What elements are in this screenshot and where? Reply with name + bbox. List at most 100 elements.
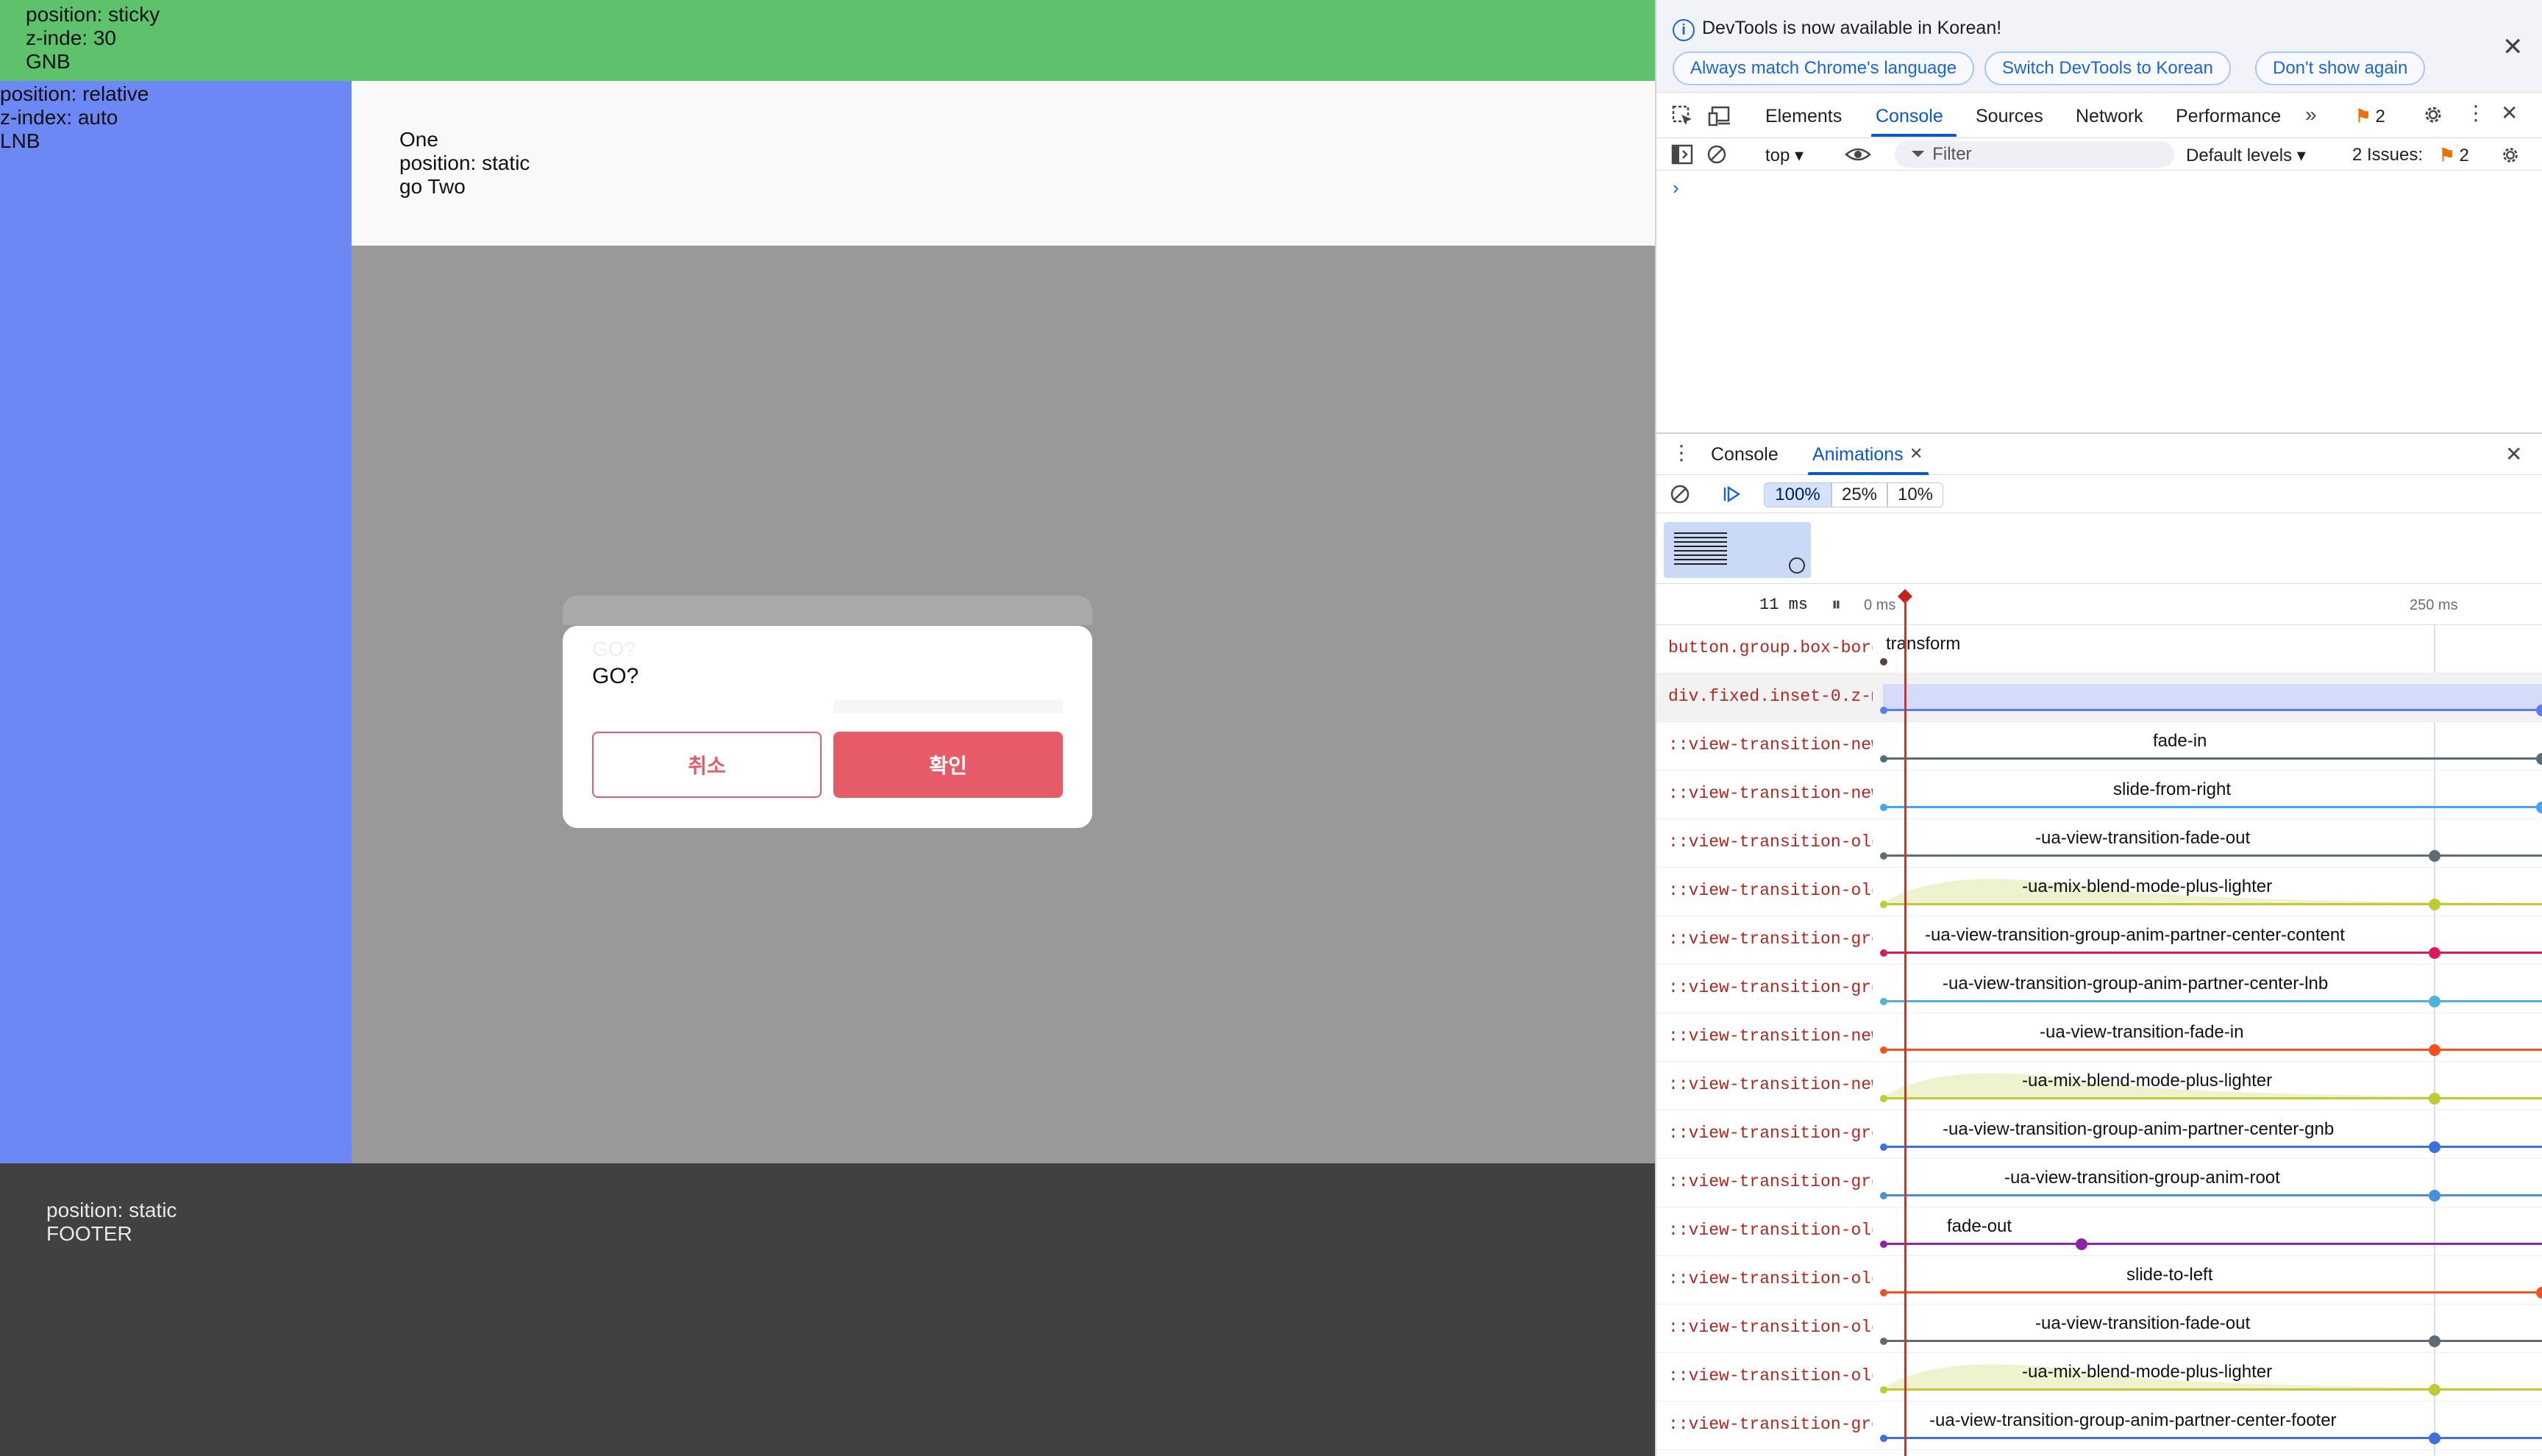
animation-target-selector[interactable]: ::view-transition-new(content): [1668, 784, 1873, 803]
cancel-button[interactable]: 취소: [592, 732, 822, 798]
tab-sources[interactable]: Sources: [1976, 106, 2043, 127]
animation-target-selector[interactable]: ::view-transition-old(root): [1668, 1318, 1873, 1337]
sidebar-toggle-icon[interactable]: [1671, 144, 1693, 168]
issues-badge[interactable]: ⚑ 2: [2439, 145, 2469, 166]
animation-target-selector[interactable]: ::view-transition-new(root): [1668, 1027, 1873, 1046]
drawer-menu-icon[interactable]: ⋮: [1671, 443, 1692, 463]
animation-start-handle[interactable]: [1880, 707, 1887, 714]
close-icon[interactable]: ✕: [2502, 32, 2524, 62]
animation-target-selector[interactable]: ::view-transition-old(content): [1668, 1221, 1873, 1240]
animation-start-handle[interactable]: [1880, 852, 1887, 860]
animation-start-handle[interactable]: [1880, 1435, 1887, 1442]
speed-100-button[interactable]: 100%: [1764, 482, 1831, 507]
console-settings-icon[interactable]: [2499, 144, 2521, 170]
animation-end-handle[interactable]: [2429, 1432, 2440, 1444]
dont-show-again-button[interactable]: Don't show again: [2255, 51, 2426, 85]
tab-console[interactable]: Console: [1876, 106, 1943, 127]
clear-animations-icon[interactable]: [1670, 484, 1690, 508]
animation-target-selector[interactable]: button.group.box-border: [1668, 638, 1873, 657]
animation-start-handle[interactable]: [1880, 901, 1887, 908]
animation-target-selector[interactable]: ::view-transition-old(content): [1668, 1269, 1873, 1288]
drawer-tab-animations[interactable]: Animations: [1812, 444, 1904, 465]
animation-end-handle[interactable]: [2429, 1384, 2440, 1396]
device-toolbar-icon[interactable]: [1708, 104, 1733, 132]
console-filter-input[interactable]: ⏷ Filter: [1895, 141, 2174, 168]
animation-target-selector[interactable]: ::view-transition-old(root): [1668, 1366, 1873, 1385]
animation-start-handle[interactable]: [1880, 804, 1887, 811]
animation-target-selector[interactable]: ::view-transition-new(root): [1668, 735, 1873, 754]
animation-row[interactable]: ::view-transition-old(content) fade-out: [1656, 1207, 2542, 1256]
animation-end-handle[interactable]: [2429, 1190, 2440, 1202]
speed-10-button[interactable]: 10%: [1887, 482, 1943, 507]
always-match-language-button[interactable]: Always match Chrome's language: [1673, 51, 1975, 85]
animation-start-handle[interactable]: [1880, 1338, 1887, 1345]
playhead-line[interactable]: [1904, 600, 1906, 1456]
speed-25-button[interactable]: 25%: [1831, 482, 1887, 507]
tab-network[interactable]: Network: [2076, 106, 2143, 127]
animation-row[interactable]: ::view-transition-group(lnb) -ua-view-tra…: [1656, 965, 2542, 1013]
animation-start-handle[interactable]: [1880, 1289, 1887, 1296]
animation-row[interactable]: ::view-transition-new(root) -ua-view-tran…: [1656, 1013, 2542, 1062]
animation-end-handle[interactable]: [2076, 1238, 2087, 1250]
inspect-element-icon[interactable]: [1671, 104, 1695, 132]
close-tab-icon[interactable]: ✕: [1909, 446, 1923, 462]
confirm-button[interactable]: 확인: [833, 732, 1063, 798]
console-output[interactable]: ›: [1656, 171, 2542, 432]
animation-target-selector[interactable]: ::view-transition-old(root): [1668, 832, 1873, 852]
clear-console-icon[interactable]: [1706, 144, 1727, 168]
live-expression-eye-icon[interactable]: [1845, 144, 1871, 168]
animation-end-handle[interactable]: [2429, 850, 2440, 862]
animation-target-selector[interactable]: ::view-transition-new(root): [1668, 1075, 1873, 1094]
animation-row[interactable]: ::view-transition-old(content) slide-to-l…: [1656, 1256, 2542, 1305]
animation-end-handle[interactable]: [2429, 1335, 2440, 1347]
animation-end-handle[interactable]: [2429, 996, 2440, 1007]
animation-row[interactable]: ::view-transition-old(root) -ua-view-tran…: [1656, 1305, 2542, 1353]
animation-target-selector[interactable]: ::view-transition-group(content): [1668, 929, 1873, 949]
animation-target-selector[interactable]: ::view-transition-old(root): [1668, 881, 1873, 900]
animation-end-handle[interactable]: [2536, 802, 2542, 813]
animation-end-handle[interactable]: [2429, 899, 2440, 910]
animation-row[interactable]: ::view-transition-group(gnb) -ua-view-tra…: [1656, 1110, 2542, 1159]
animation-end-handle[interactable]: [2536, 753, 2542, 765]
log-levels-dropdown[interactable]: Default levels ▾: [2186, 145, 2306, 166]
animation-row[interactable]: ::view-transition-old(root) -ua-view-tran…: [1656, 819, 2542, 868]
animation-start-handle[interactable]: [1880, 998, 1887, 1005]
more-options-icon[interactable]: ⋮: [2466, 103, 2486, 124]
animation-target-selector[interactable]: ::view-transition-group(gnb): [1668, 1124, 1873, 1143]
animation-start-handle[interactable]: [1880, 1192, 1887, 1199]
animation-start-handle[interactable]: [1880, 1241, 1887, 1248]
animation-end-handle[interactable]: [2536, 704, 2542, 716]
more-tabs-icon[interactable]: »: [2305, 104, 2317, 125]
pause-all-icon[interactable]: ⏸: [1831, 594, 1841, 613]
animation-row[interactable]: ::view-transition-group(content) -ua-view…: [1656, 916, 2542, 965]
animation-row[interactable]: ::view-transition-group(footer) -ua-view-…: [1656, 1402, 2542, 1450]
animation-end-handle[interactable]: [2536, 1287, 2542, 1299]
close-drawer-icon[interactable]: ✕: [2505, 444, 2522, 465]
warning-badge[interactable]: ⚑ 2: [2355, 106, 2385, 127]
console-prompt-icon[interactable]: ›: [1673, 176, 1679, 199]
animation-end-handle[interactable]: [2429, 947, 2440, 959]
drawer-tab-console[interactable]: Console: [1711, 444, 1779, 465]
animation-start-handle[interactable]: [1880, 755, 1887, 763]
animation-end-handle[interactable]: [2429, 1093, 2440, 1105]
tab-elements[interactable]: Elements: [1765, 106, 1842, 127]
animation-start-handle[interactable]: [1880, 1046, 1887, 1054]
animation-row[interactable]: button.group.box-border transform: [1656, 625, 2542, 674]
animation-row[interactable]: ::view-transition-new(root) -ua-mix-blend…: [1656, 1062, 2542, 1110]
tab-performance[interactable]: Performance: [2176, 106, 2281, 127]
animation-start-handle[interactable]: [1880, 1386, 1887, 1393]
animation-row[interactable]: ::view-transition-new(content) slide-from…: [1656, 771, 2542, 819]
animation-target-selector[interactable]: ::view-transition-group(footer): [1668, 1415, 1873, 1434]
close-devtools-icon[interactable]: ✕: [2501, 103, 2518, 124]
animation-target-selector[interactable]: div.fixed.inset-0.z-modal: [1668, 687, 1873, 706]
settings-icon[interactable]: [2421, 103, 2445, 130]
animation-row[interactable]: div.fixed.inset-0.z-modal: [1656, 674, 2542, 722]
animation-start-handle[interactable]: [1880, 658, 1887, 665]
animation-start-handle[interactable]: [1880, 1095, 1887, 1102]
animation-row[interactable]: ::view-transition-new(root) fade-in: [1656, 722, 2542, 771]
animation-row[interactable]: ::view-transition-old(root) -ua-mix-blend…: [1656, 868, 2542, 916]
animation-row[interactable]: ::view-transition-group(root) -ua-view-tr…: [1656, 1159, 2542, 1207]
replay-icon[interactable]: [1721, 484, 1742, 508]
animation-target-selector[interactable]: ::view-transition-group(root): [1668, 1172, 1873, 1191]
animation-target-selector[interactable]: ::view-transition-group(lnb): [1668, 978, 1873, 997]
